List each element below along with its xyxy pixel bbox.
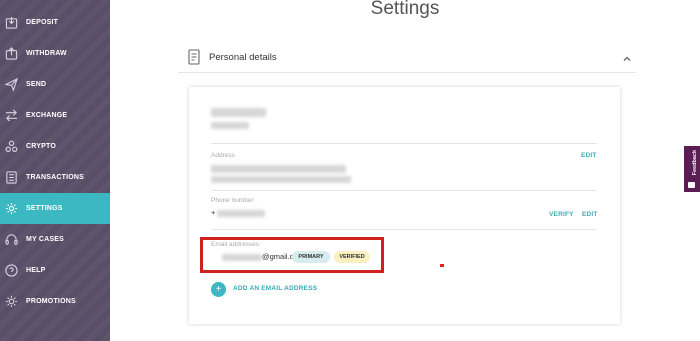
name-sub-redacted	[211, 122, 249, 129]
sidebar-item-label: DEPOSIT	[26, 19, 59, 26]
sidebar-item-label: SEND	[26, 81, 47, 88]
address-label: Address	[211, 152, 235, 159]
sidebar: DEPOSIT WITHDRAW SEND EXCHANGE CRYPTO TR…	[0, 0, 110, 341]
sidebar-item-exchange[interactable]: EXCHANGE	[0, 100, 110, 131]
phone-prefix: +	[211, 208, 216, 217]
divider	[211, 229, 597, 230]
withdraw-icon	[4, 47, 18, 61]
exchange-icon	[4, 109, 18, 123]
divider	[211, 143, 597, 144]
main-content: Settings Personal details Address EDIT P…	[110, 0, 700, 341]
sidebar-item-label: WITHDRAW	[26, 50, 67, 57]
settings-icon	[4, 202, 18, 216]
sidebar-item-label: EXCHANGE	[26, 112, 68, 119]
sidebar-item-label: SETTINGS	[26, 205, 63, 212]
phone-verify-link[interactable]: VERIFY	[549, 211, 574, 218]
crypto-icon	[4, 140, 18, 154]
sidebar-item-my-cases[interactable]: MY CASES	[0, 224, 110, 255]
feedback-tab[interactable]: Feedback	[684, 146, 700, 192]
sidebar-item-transactions[interactable]: TRANSACTIONS	[0, 162, 110, 193]
add-email-link[interactable]: ADD AN EMAIL ADDRESS	[233, 285, 317, 292]
page-title: Settings	[370, 0, 440, 19]
sidebar-item-label: CRYPTO	[26, 143, 56, 150]
feedback-icon	[688, 182, 695, 188]
sidebar-item-withdraw[interactable]: WITHDRAW	[0, 38, 110, 69]
phone-redacted	[217, 210, 265, 217]
sidebar-item-settings[interactable]: SETTINGS	[0, 193, 110, 224]
personal-details-card: Address EDIT Phone number + VERIFY EDIT …	[189, 87, 620, 324]
divider	[211, 190, 597, 191]
sidebar-item-promotions[interactable]: PROMOTIONS	[0, 286, 110, 317]
name-redacted	[211, 108, 266, 117]
headset-icon	[4, 233, 18, 247]
sidebar-item-crypto[interactable]: CRYPTO	[0, 131, 110, 162]
personal-details-header[interactable]: Personal details	[178, 45, 636, 73]
sidebar-item-label: PROMOTIONS	[26, 298, 76, 305]
sidebar-item-label: TRANSACTIONS	[26, 174, 85, 181]
send-icon	[4, 78, 18, 92]
sidebar-item-deposit[interactable]: DEPOSIT	[0, 7, 110, 38]
address-edit-link[interactable]: EDIT	[581, 152, 597, 159]
highlight-box	[200, 237, 384, 273]
phone-label: Phone number	[211, 197, 254, 204]
feedback-label: Feedback	[692, 150, 698, 176]
transactions-icon	[4, 171, 18, 185]
chevron-up-icon[interactable]	[622, 51, 632, 61]
red-marker	[440, 264, 444, 267]
address-redacted	[211, 165, 346, 173]
phone-edit-link[interactable]: EDIT	[582, 211, 598, 218]
promotions-icon	[4, 295, 18, 309]
sidebar-item-help[interactable]: HELP	[0, 255, 110, 286]
deposit-icon	[4, 16, 18, 30]
sidebar-item-label: MY CASES	[26, 236, 65, 243]
section-title: Personal details	[209, 52, 277, 63]
help-icon	[4, 264, 18, 278]
add-email-button[interactable]: +	[211, 282, 226, 297]
document-icon	[187, 49, 201, 65]
sidebar-item-label: HELP	[26, 267, 46, 274]
sidebar-item-send[interactable]: SEND	[0, 69, 110, 100]
address-redacted-2	[211, 176, 351, 183]
